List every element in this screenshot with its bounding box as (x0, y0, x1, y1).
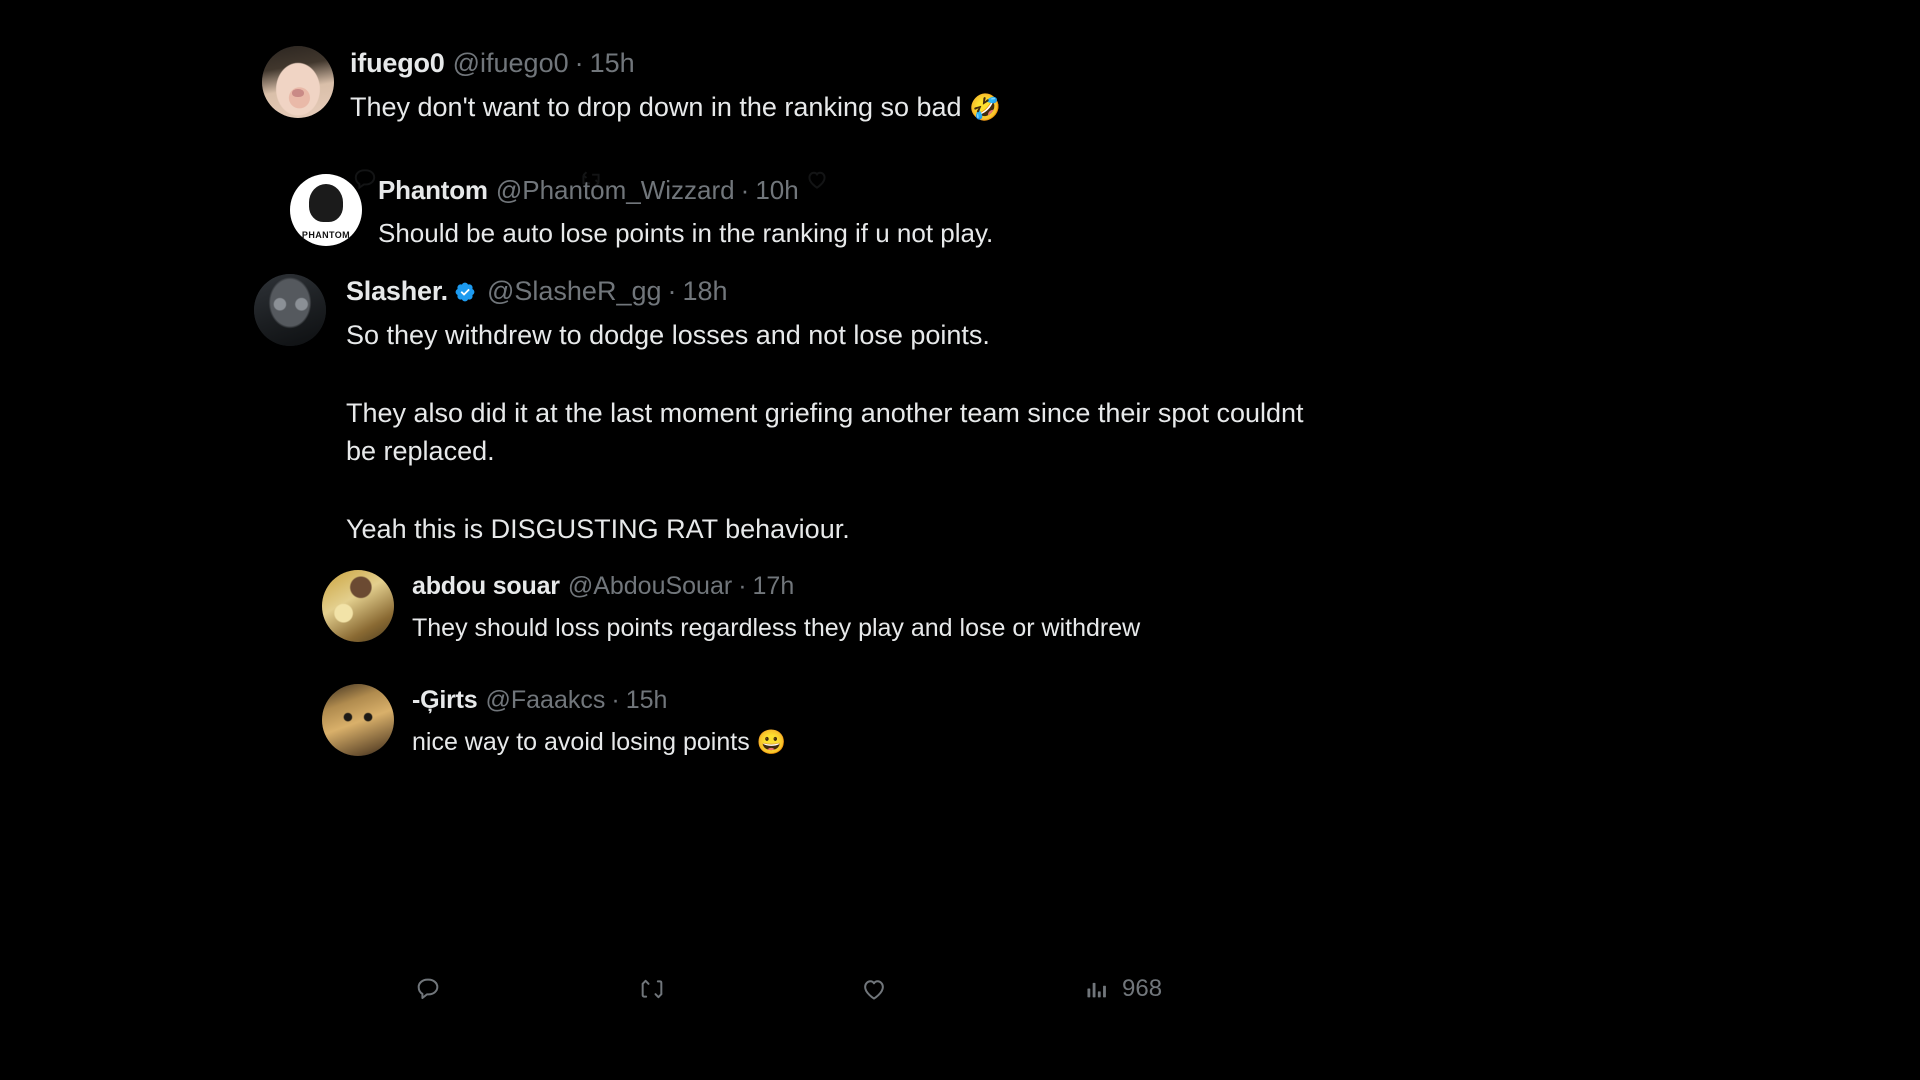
timestamp[interactable]: 15h (590, 46, 635, 80)
tweet-text-content: They don't want to drop down in the rank… (350, 92, 970, 122)
tweet-text: They don't want to drop down in the rank… (350, 88, 1001, 127)
tweet-body: Slasher. @SlasheR_gg · 18h So they withd… (346, 274, 1336, 548)
display-name[interactable]: abdou souar (412, 570, 560, 602)
display-name[interactable]: ifuego0 (350, 46, 445, 80)
tweet-text: Should be auto lose points in the rankin… (378, 218, 994, 248)
handle[interactable]: @ifuego0 (453, 46, 569, 80)
reply-button[interactable] (414, 975, 454, 1003)
like-button[interactable] (860, 975, 900, 1003)
handle[interactable]: @Faaakcs (485, 684, 605, 716)
separator: · (611, 686, 620, 714)
display-name[interactable]: -Ģirts (412, 684, 478, 716)
handle[interactable]: @SlasheR_gg (487, 274, 662, 308)
tweet-body: ifuego0 @ifuego0 · 15h They don't want t… (350, 46, 1001, 127)
tweet-header: Phantom @Phantom_Wizzard · 10h (378, 174, 993, 207)
tweet-header: -Ģirts @Faaakcs · 15h (412, 684, 786, 716)
repost-button[interactable] (638, 975, 678, 1003)
avatar[interactable] (262, 46, 334, 118)
tweet-text: They should loss points regardless they … (412, 614, 1141, 642)
tweet-text: nice way to avoid losing points 😀 (412, 724, 786, 761)
repost-icon (638, 975, 666, 1003)
tweet-body: -Ģirts @Faaakcs · 15h nice way to avoid … (412, 684, 786, 761)
avatar[interactable] (322, 570, 394, 642)
views-button[interactable]: 968 (1084, 975, 1162, 1003)
display-name[interactable]: Phantom (378, 174, 488, 207)
avatar[interactable] (290, 174, 362, 246)
tweet-phantom[interactable]: Phantom @Phantom_Wizzard · 10h Should be… (290, 174, 993, 252)
tweet-body: Phantom @Phantom_Wizzard · 10h Should be… (378, 174, 993, 252)
handle[interactable]: @AbdouSouar (568, 570, 732, 602)
tweet-abdou-souar[interactable]: abdou souar @AbdouSouar · 17h They shoul… (322, 570, 1140, 646)
tweet-slasher[interactable]: Slasher. @SlasheR_gg · 18h So they withd… (254, 274, 1336, 548)
tweet-body: abdou souar @AbdouSouar · 17h They shoul… (412, 570, 1140, 646)
tweet-paragraph-3: Yeah this is DISGUSTING RAT behaviour. (346, 514, 850, 544)
grinning-emoji: 😀 (756, 729, 787, 756)
heart-icon (860, 975, 888, 1003)
display-name[interactable]: Slasher. (346, 274, 448, 308)
laughing-emoji: 🤣 (969, 94, 1001, 122)
separator: · (740, 175, 750, 205)
views-count: 968 (1122, 975, 1163, 1002)
tweet-header: abdou souar @AbdouSouar · 17h (412, 570, 1140, 602)
separator: · (738, 572, 747, 600)
tweet-ifuego[interactable]: ifuego0 @ifuego0 · 15h They don't want t… (262, 46, 1001, 127)
tweet-header: Slasher. @SlasheR_gg · 18h (346, 274, 1336, 308)
tweet-header: ifuego0 @ifuego0 · 15h (350, 46, 1001, 80)
separator: · (667, 276, 677, 306)
timestamp[interactable]: 15h (626, 684, 668, 716)
separator: · (574, 48, 584, 78)
tweet-action-bar: 968 (400, 975, 1200, 1003)
twitter-thread-screenshot: ifuego0 @ifuego0 · 15h They don't want t… (0, 0, 1920, 1080)
verified-badge-icon (454, 277, 476, 302)
analytics-bar-icon (1084, 976, 1110, 1002)
handle[interactable]: @Phantom_Wizzard (496, 174, 735, 207)
avatar[interactable] (254, 274, 326, 346)
tweet-girts[interactable]: -Ģirts @Faaakcs · 15h nice way to avoid … (322, 684, 786, 761)
reply-icon (414, 975, 442, 1003)
tweet-text: So they withdrew to dodge losses and not… (346, 320, 990, 350)
tweet-text-content: nice way to avoid losing points (412, 728, 757, 756)
timestamp[interactable]: 10h (755, 174, 798, 207)
avatar[interactable] (322, 684, 394, 756)
tweet-paragraph-2: They also did it at the last moment grie… (346, 398, 1304, 466)
timestamp[interactable]: 17h (753, 570, 795, 602)
timestamp[interactable]: 18h (683, 274, 728, 308)
